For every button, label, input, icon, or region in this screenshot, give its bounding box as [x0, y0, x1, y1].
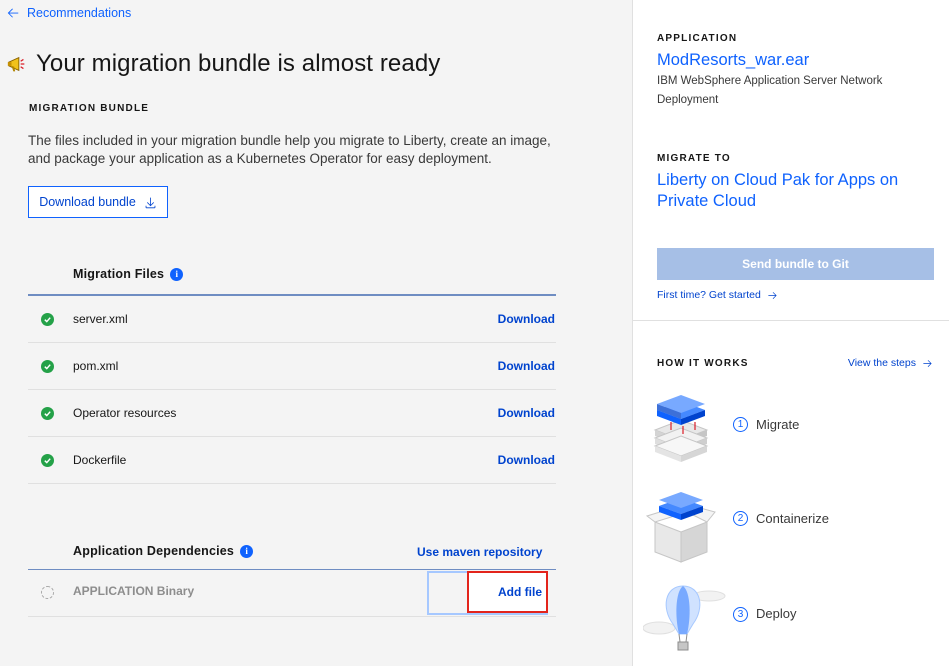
- view-steps-link[interactable]: View the steps: [848, 357, 933, 369]
- megaphone-icon: [7, 56, 25, 72]
- checkmark-icon: [41, 453, 54, 467]
- download-icon: [145, 197, 156, 208]
- containerize-illustration: [645, 492, 716, 563]
- step-number: 3: [733, 607, 748, 622]
- migrate-illustration: [653, 395, 709, 462]
- step-migrate: 1 Migrate: [643, 392, 933, 472]
- deploy-illustration: [643, 585, 726, 651]
- pending-status-icon: [41, 586, 54, 599]
- back-link-label: Recommendations: [27, 6, 132, 20]
- send-bundle-to-git-button[interactable]: Send bundle to Git: [657, 248, 934, 280]
- info-icon[interactable]: i: [240, 544, 254, 558]
- bundle-description: The files included in your migration bun…: [28, 133, 551, 166]
- migrate-target[interactable]: Liberty on Cloud Pak for Apps on Private…: [657, 170, 927, 212]
- application-label: APPLICATION: [657, 33, 738, 44]
- step-containerize: 2 Containerize: [643, 486, 933, 566]
- file-name: pom.xml: [73, 359, 119, 373]
- step-deploy: 3 Deploy: [643, 582, 933, 662]
- get-started-link[interactable]: First time? Get started: [657, 289, 778, 301]
- dependency-row: APPLICATION Binary Add file: [28, 570, 556, 617]
- how-it-works-label: HOW IT WORKS: [657, 358, 749, 369]
- download-bundle-label: Download bundle: [39, 195, 136, 209]
- add-file-button[interactable]: Add file: [467, 571, 548, 613]
- file-row: pom.xml Download: [28, 343, 556, 390]
- step-number: 1: [733, 417, 748, 432]
- checkmark-icon: [41, 312, 54, 326]
- back-link[interactable]: Recommendations: [6, 6, 131, 20]
- file-name: server.xml: [73, 312, 128, 326]
- info-icon[interactable]: i: [170, 267, 184, 281]
- migrate-to-label: MIGRATE TO: [657, 153, 731, 164]
- download-bundle-button[interactable]: Download bundle: [28, 186, 168, 218]
- download-link[interactable]: Download: [498, 359, 555, 373]
- use-maven-repository-link[interactable]: Use maven repository: [417, 545, 542, 559]
- download-link[interactable]: Download: [498, 406, 555, 420]
- migration-bundle-label: MIGRATION BUNDLE: [29, 103, 150, 114]
- dependency-name: APPLICATION Binary: [73, 584, 195, 598]
- checkmark-icon: [41, 406, 54, 420]
- dependencies-title: Application Dependencies: [73, 544, 235, 558]
- arrow-left-icon: [7, 8, 19, 18]
- checkmark-icon: [41, 359, 54, 373]
- file-name: Operator resources: [73, 406, 177, 420]
- get-started-label: First time? Get started: [657, 289, 761, 301]
- page-title: Your migration bundle is almost ready: [36, 50, 441, 77]
- arrow-right-icon: [923, 359, 932, 367]
- download-link[interactable]: Download: [498, 453, 555, 467]
- summary-sidebar: APPLICATION ModResorts_war.ear IBM WebSp…: [632, 0, 949, 666]
- arrow-right-icon: [768, 291, 777, 299]
- migration-files-header: Migration Files i: [28, 264, 556, 284]
- file-row: Operator resources Download: [28, 390, 556, 437]
- main-panel: Recommendations Your migration bundle is…: [0, 0, 632, 666]
- view-steps-label: View the steps: [847, 357, 916, 369]
- application-server: IBM WebSphere Application Server Network…: [657, 75, 883, 106]
- step-label: Containerize: [756, 511, 829, 526]
- page-header: Your migration bundle is almost ready: [6, 50, 440, 78]
- file-row: Dockerfile Download: [28, 437, 556, 484]
- step-number: 2: [733, 511, 748, 526]
- application-name[interactable]: ModResorts_war.ear: [657, 51, 809, 70]
- download-link[interactable]: Download: [498, 312, 555, 326]
- file-name: Dockerfile: [73, 453, 127, 467]
- migration-files-title: Migration Files: [73, 267, 165, 281]
- add-file-label: Add file: [498, 585, 542, 599]
- file-row: server.xml Download: [28, 296, 556, 343]
- section-divider: [633, 320, 949, 321]
- step-label: Migrate: [756, 417, 800, 432]
- step-label: Deploy: [756, 606, 797, 621]
